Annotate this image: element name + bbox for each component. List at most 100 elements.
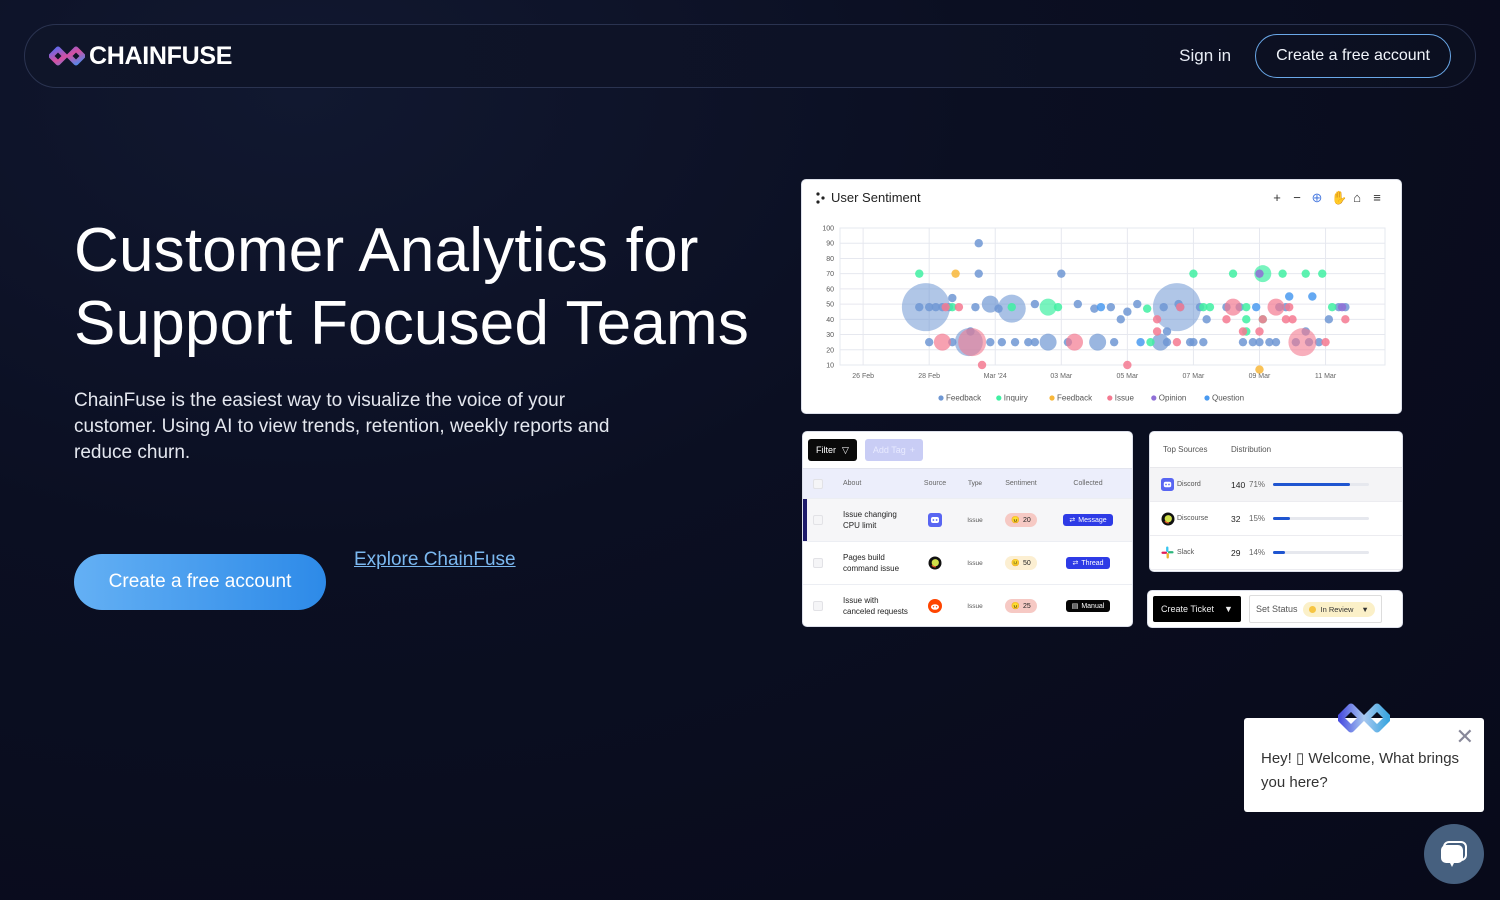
data-point-issue: [1123, 360, 1132, 370]
legend-marker: [1204, 395, 1210, 401]
sign-in-link[interactable]: Sign in: [1179, 46, 1231, 66]
source-row[interactable]: Discord 140 71%: [1150, 468, 1402, 502]
table-header: About Source Type Sentiment Collected: [803, 468, 1132, 498]
emoji-icon: 😠: [1011, 603, 1020, 610]
table-row[interactable]: Issue changing CPU limit Issue 😠 20 ⇄ Messa…: [803, 498, 1132, 541]
create-ticket-button[interactable]: Create Ticket ▼: [1153, 596, 1241, 622]
col-sentiment[interactable]: Sentiment: [995, 480, 1047, 487]
chat-infinity-logo-icon: [1338, 703, 1390, 733]
y-tick-label: 60: [826, 286, 834, 293]
data-point-feedback: [1039, 333, 1057, 351]
data-point-inquiry: [1205, 302, 1215, 312]
status-pill[interactable]: In Review ▼: [1303, 601, 1375, 617]
data-point-issue: [954, 302, 964, 312]
hero-description: ChainFuse is the easiest way to visualiz…: [74, 390, 610, 463]
data-point-feedback: [915, 302, 924, 312]
data-point-issue: [1152, 327, 1162, 336]
x-tick-label: 05 Mar: [1116, 373, 1138, 380]
data-point-feedback: [1116, 315, 1125, 324]
collected-icon: ⇄: [1072, 560, 1079, 567]
col-type[interactable]: Type: [955, 480, 995, 487]
legend-label: Issue: [1115, 394, 1135, 403]
explore-link[interactable]: Explore ChainFuse: [354, 549, 516, 571]
brand-logo[interactable]: CHAINFUSE: [49, 42, 232, 71]
create-ticket-label: Create Ticket: [1161, 604, 1215, 614]
caret-down-icon: ▼: [1224, 604, 1233, 614]
row-source: [915, 556, 955, 570]
sentiment-badge: 😠 25: [1005, 599, 1037, 613]
top-sources-heading: Top Sources: [1163, 445, 1208, 454]
data-point-inquiry: [1242, 302, 1251, 312]
data-point-inquiry: [1318, 269, 1327, 278]
chat-welcome-message: Hey! ▯ Welcome, What brings you here?: [1261, 750, 1460, 791]
data-point-opinion: [1255, 269, 1264, 278]
legend-marker: [938, 395, 944, 401]
data-point-feedback: [1271, 337, 1281, 347]
sources-header: Top Sources Distribution: [1150, 432, 1402, 468]
discourse-icon: [928, 556, 942, 570]
filter-button[interactable]: Filter ▽: [808, 439, 857, 461]
source-icon: [1161, 546, 1177, 559]
collected-icon: ⇄: [1069, 517, 1076, 524]
row-collected: ▤ Manual: [1047, 600, 1129, 612]
x-tick-label: 28 Feb: [918, 373, 940, 380]
collected-icon: ▤: [1071, 603, 1079, 610]
source-count: 29: [1231, 547, 1241, 558]
add-tag-button[interactable]: Add Tag +: [864, 439, 924, 461]
distribution-bar-fill: [1273, 551, 1286, 554]
data-point-feedback: [971, 302, 980, 312]
col-about[interactable]: About: [833, 478, 915, 489]
row-checkbox[interactable]: [813, 515, 823, 525]
data-point-feedback: [1089, 333, 1107, 351]
discord-icon: [928, 513, 942, 527]
data-point-question: [1251, 302, 1261, 312]
source-row[interactable]: Discourse 32 15%: [1150, 502, 1402, 536]
source-count: 140: [1231, 479, 1246, 490]
chat-launcher-button[interactable]: [1424, 824, 1484, 884]
data-point-feedback: [997, 337, 1007, 347]
data-point-issue: [1152, 315, 1162, 324]
set-status-dropdown[interactable]: Set Status In Review ▼: [1248, 595, 1382, 623]
data-point-issue: [1258, 315, 1267, 324]
data-point-issue: [1288, 315, 1297, 324]
data-point-feedback: [1324, 315, 1334, 324]
row-type: Issue: [967, 602, 983, 610]
row-source: [915, 513, 955, 527]
row-checkbox[interactable]: [813, 558, 823, 568]
legend-marker: [1107, 395, 1113, 401]
x-tick-label: 09 Mar: [1249, 373, 1271, 380]
sentiment-score: 50: [1022, 559, 1031, 567]
distribution-bar-fill: [1273, 483, 1350, 486]
close-icon[interactable]: ✕: [1456, 726, 1474, 748]
data-point-feedback: [986, 337, 995, 347]
distribution-bar-fill: [1273, 517, 1291, 520]
legend-label: Opinion: [1159, 394, 1187, 403]
data-point-issue: [933, 333, 951, 351]
y-tick-label: 100: [822, 226, 834, 233]
y-tick-label: 80: [826, 256, 834, 263]
data-point-inquiry: [1189, 269, 1198, 278]
data-point-feedback: [1123, 307, 1132, 316]
data-point-issue: [1341, 315, 1350, 324]
legend-label: Feedback: [1057, 394, 1093, 403]
legend-marker: [1151, 395, 1157, 401]
source-row[interactable]: Slack 29 14%: [1150, 536, 1402, 570]
row-collected: ⇄ Thread: [1047, 557, 1129, 569]
table-toolbar: Filter ▽ Add Tag +: [803, 432, 1132, 468]
data-point-feedback: [1106, 302, 1116, 312]
nav-create-account-button[interactable]: Create a free account: [1255, 34, 1451, 78]
data-point-feedback: [1030, 337, 1040, 347]
col-source[interactable]: Source: [915, 480, 955, 487]
data-point-inquiry: [1053, 302, 1063, 312]
hero-title: Customer Analytics for Support Focused T…: [74, 214, 749, 360]
table-row[interactable]: Issue with canceled requests Issue 😠 25 ▤ M…: [803, 584, 1132, 626]
top-sources-card: Top Sources Distribution Discord 140 71%…: [1150, 432, 1402, 571]
row-checkbox[interactable]: [813, 601, 823, 611]
col-collected[interactable]: Collected: [1047, 480, 1129, 487]
status-value: In Review: [1320, 604, 1354, 614]
select-all-checkbox[interactable]: [813, 478, 823, 489]
table-row[interactable]: Pages build command issue Issue 😐 50 ⇄ Thre…: [803, 541, 1132, 584]
data-point-feedback: [1189, 337, 1198, 347]
hero-create-account-button[interactable]: Create a free account: [74, 554, 326, 610]
discord-icon: [1161, 478, 1174, 491]
